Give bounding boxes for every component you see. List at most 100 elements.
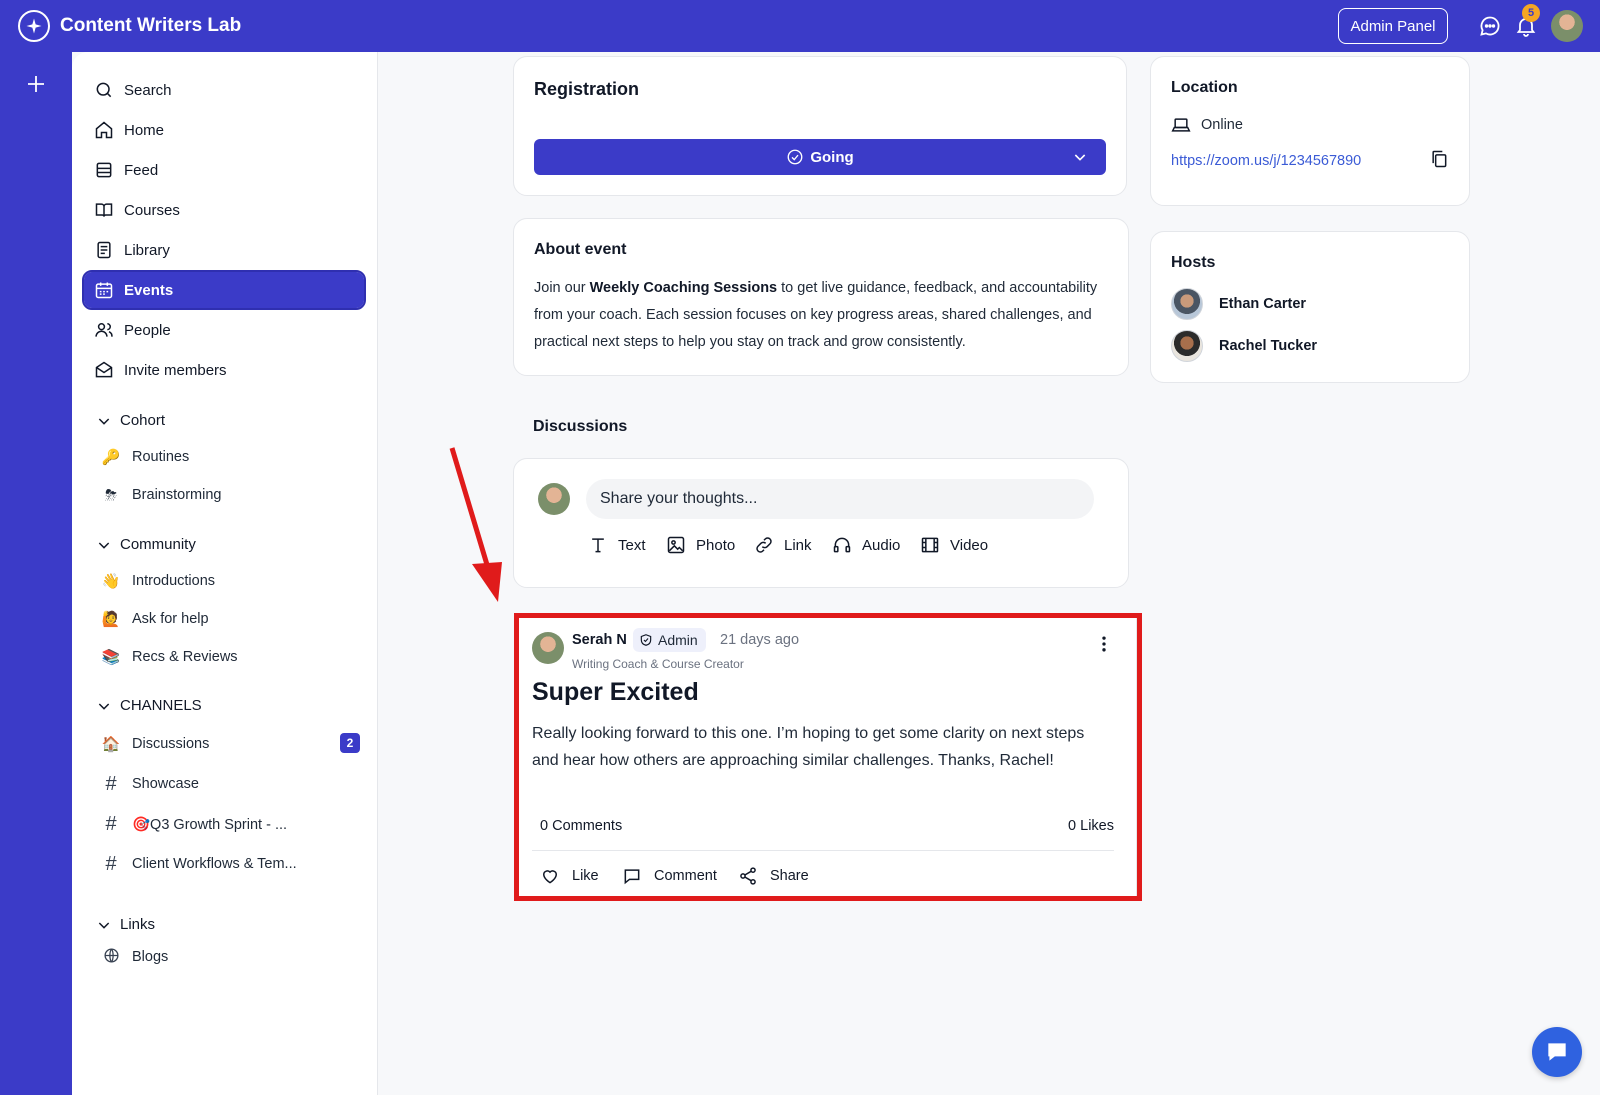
sidebar: Search Home Feed Courses Library Events … [72, 52, 378, 1095]
sidebar-item-label: Recs & Reviews [132, 649, 238, 665]
tool-audio[interactable]: Audio [832, 535, 900, 555]
sidebar-item-showcase[interactable]: # Showcase [100, 769, 360, 799]
sidebar-item-brainstorming[interactable]: ⛈ Brainstorming [100, 480, 360, 510]
sidebar-item-label: Courses [124, 201, 180, 219]
sidebar-item-people[interactable]: People [84, 312, 364, 348]
sidebar-item-label: Invite members [124, 361, 227, 379]
support-chat-button[interactable] [1532, 1027, 1582, 1077]
location-type-row: Online [1171, 115, 1243, 135]
about-event-card: About event Join our Weekly Coaching Ses… [513, 218, 1129, 376]
tool-link[interactable]: Link [754, 535, 812, 555]
sidebar-item-search[interactable]: Search [84, 72, 364, 108]
tool-label: Audio [862, 536, 901, 554]
home-icon [95, 121, 113, 139]
feed-icon [96, 162, 112, 178]
sidebar-item-label: Library [124, 241, 170, 259]
host-item[interactable]: Ethan Carter [1171, 288, 1306, 320]
left-rail [0, 52, 72, 1095]
image-icon [667, 536, 685, 554]
hosts-title: Hosts [1171, 254, 1216, 271]
chevron-down-icon[interactable] [1072, 149, 1088, 165]
section-title: Community [120, 536, 196, 553]
brand-logo-icon[interactable] [18, 10, 50, 42]
storm-cloud-icon: ⛈ [104, 486, 117, 504]
chevron-down-icon [98, 921, 110, 929]
host-name: Ethan Carter [1219, 296, 1307, 312]
highlight-box [514, 613, 1142, 901]
location-card: Location Online https://zoom.us/j/123456… [1150, 56, 1470, 206]
sidebar-item-feed[interactable]: Feed [84, 152, 364, 188]
about-description: Join our Weekly Coaching Sessions to get… [534, 275, 1104, 356]
annotation-arrow-icon [449, 447, 502, 602]
sidebar-item-label: People [124, 321, 171, 339]
location-type: Online [1201, 117, 1243, 133]
sidebar-item-label: Introductions [132, 573, 216, 589]
tool-label: Photo [696, 536, 736, 554]
house-icon: 🏠 [101, 736, 121, 753]
chat-icon[interactable] [1478, 14, 1502, 38]
sidebar-item-home[interactable]: Home [84, 112, 364, 148]
about-title: About event [534, 241, 627, 258]
rsvp-status-label: Going [810, 148, 854, 166]
sidebar-item-client-workflows[interactable]: # Client Workflows & Tem... [100, 849, 360, 879]
hash-icon: # [105, 852, 117, 875]
sidebar-item-label: Blogs [132, 949, 169, 965]
sidebar-item-invite-members[interactable]: Invite members [84, 352, 364, 388]
sidebar-item-label: Showcase [132, 776, 199, 792]
sidebar-item-introductions[interactable]: 👋 Introductions [100, 566, 360, 596]
laptop-icon [1171, 118, 1191, 132]
admin-panel-button[interactable]: Admin Panel [1338, 8, 1448, 44]
tool-text[interactable]: Text [588, 535, 646, 555]
host-name: Rachel Tucker [1219, 338, 1318, 354]
discussions-title: Discussions [533, 418, 628, 435]
rsvp-going-button[interactable]: Going [534, 139, 1106, 175]
text-icon [592, 538, 604, 553]
chat-bubble-icon [1548, 1043, 1566, 1061]
app-title[interactable]: Content Writers Lab [60, 15, 241, 37]
wave-icon: 👋 [101, 573, 121, 590]
notification-badge: 5 [1522, 4, 1540, 22]
sidebar-item-recs-reviews[interactable]: 📚 Recs & Reviews [100, 642, 360, 672]
sidebar-item-events[interactable]: Events [82, 270, 366, 310]
section-channels-toggle[interactable]: CHANNELS [96, 697, 202, 714]
section-community-toggle[interactable]: Community [96, 536, 196, 553]
sidebar-item-label: Home [124, 121, 165, 139]
section-links-toggle[interactable]: Links [96, 916, 155, 933]
tool-video[interactable]: Video [920, 535, 988, 555]
sidebar-item-blogs[interactable]: Blogs [100, 942, 360, 972]
meeting-link[interactable]: https://zoom.us/j/1234567890 [1171, 153, 1361, 169]
plus-icon[interactable] [24, 72, 48, 96]
sidebar-item-ask-for-help[interactable]: 🙋 Ask for help [100, 604, 360, 634]
sidebar-item-discussions[interactable]: 🏠 Discussions 2 [100, 729, 360, 759]
registration-title: Registration [534, 79, 640, 99]
host-avatar [1171, 330, 1203, 362]
share-thoughts-input[interactable] [586, 479, 1094, 519]
sidebar-item-routines[interactable]: 🔑 Routines [100, 442, 360, 472]
sidebar-item-courses[interactable]: Courses [84, 192, 364, 228]
about-highlight: Weekly Coaching Sessions [589, 280, 778, 296]
tool-photo[interactable]: Photo [666, 535, 735, 555]
sidebar-item-label: 🎯Q3 Growth Sprint - ... [132, 816, 288, 833]
film-icon [921, 537, 939, 553]
composer-avatar [538, 483, 570, 515]
books-icon: 📚 [101, 649, 121, 666]
section-title: Cohort [120, 412, 166, 429]
user-avatar[interactable] [1551, 10, 1583, 42]
section-cohort-toggle[interactable]: Cohort [96, 412, 165, 429]
sidebar-item-label: Client Workflows & Tem... [132, 856, 297, 872]
sidebar-item-label: Discussions [132, 736, 210, 752]
sidebar-item-label: Brainstorming [132, 487, 222, 503]
chevron-down-icon [98, 417, 110, 425]
sidebar-item-library[interactable]: Library [84, 232, 364, 268]
headphones-icon [833, 537, 851, 553]
host-item[interactable]: Rachel Tucker [1171, 330, 1317, 362]
registration-card: Registration Going [513, 56, 1127, 196]
sidebar-item-label: Feed [124, 161, 159, 179]
calendar-icon [95, 282, 113, 299]
sidebar-item-q3-growth-sprint[interactable]: # 🎯Q3 Growth Sprint - ... [100, 809, 360, 839]
check-circle-icon [787, 149, 803, 165]
envelope-icon [95, 361, 113, 378]
hash-icon: # [105, 812, 117, 835]
chevron-down-icon [98, 541, 110, 549]
copy-icon[interactable] [1429, 149, 1449, 174]
